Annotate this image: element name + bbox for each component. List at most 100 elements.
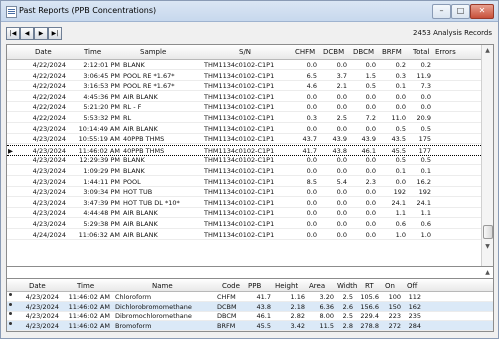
table-cell: 0.0 (365, 230, 376, 239)
table-cell: 0.0 (395, 103, 406, 112)
close-button[interactable]: ✕ (470, 4, 494, 19)
table-cell: BLANK (123, 167, 145, 175)
table-cell: 2.8 (342, 321, 353, 330)
table-cell: THM1134c0102-C1P1 (204, 103, 275, 112)
table-row[interactable]: 4/22/2024 5:21:20 PM RL - F THM1134c0102-C1… (7, 102, 493, 113)
table-cell: THM1134c0102-C1P1 (204, 198, 275, 207)
table-cell: 43.8 (256, 302, 271, 311)
reports-grid[interactable]: Date Time Sample S/N CHFM DCBM DBCM BRFM Total Er… (6, 44, 494, 267)
list-item[interactable]: 4/23/2024 11:46:02 AM Chloroform CHFM 41.7 1.… (7, 292, 493, 302)
reports-vertical-scrollbar[interactable]: ▲ ▼ (481, 45, 493, 266)
table-row[interactable]: 4/23/2024 1:09:29 PM BLANK THM1134c0102-C1P… (7, 166, 493, 176)
table-cell: 0.0 (395, 177, 406, 186)
record-count: 2453 Analysis Records (413, 29, 492, 37)
table-cell: 41.7 (302, 146, 317, 155)
prev-record-button[interactable]: ◀ (20, 27, 34, 40)
table-cell: 0.5 (420, 156, 431, 165)
table-cell: 0.0 (336, 220, 347, 228)
table-row[interactable]: 4/22/2024 3:16:53 PM POOL RE *1.67* THM1134… (7, 81, 493, 92)
table-cell: 0.0 (306, 124, 317, 133)
list-item[interactable]: 4/23/2024 11:46:02 AM Dichlorobromomethane… (7, 301, 493, 312)
table-cell: 11:46:02 AM (68, 302, 110, 311)
table-cell: 4/23/2024 (25, 312, 59, 320)
table-cell: 0.0 (365, 198, 376, 207)
column-header: DBCM (353, 48, 374, 56)
table-row[interactable]: 4/23/2024 1:44:11 PM POOL THM1134c0102-C1P1… (7, 177, 493, 187)
table-cell: 162 (408, 302, 421, 311)
table-row[interactable]: 4/23/2024 12:29:39 PM BLANK THM1134c0102-C1… (7, 155, 493, 166)
table-cell: 4/22/2024 (32, 114, 66, 122)
table-cell: 1.5 (365, 71, 376, 80)
table-cell: 0.0 (306, 92, 317, 101)
table-cell: 46.1 (361, 146, 376, 155)
table-row[interactable]: ▶ 4/23/2024 11:46:02 AM 40PPB THMS THM1134c0… (7, 144, 493, 156)
table-row[interactable]: 4/23/2024 3:47:39 PM HOT TUB DL *10* THM113… (7, 198, 493, 208)
table-cell: 11:46:02 AM (68, 321, 110, 330)
table-cell: 4/22/2024 (32, 71, 66, 80)
splitter-up-icon[interactable]: ▲ (482, 267, 493, 278)
table-row[interactable]: 4/23/2024 4:44:48 PM AIR BLANK THM1134c0102… (7, 208, 493, 219)
table-row[interactable]: 4/23/2024 5:29:38 PM AIR BLANK THM1134c0102… (7, 219, 493, 229)
table-cell: 0.0 (306, 61, 317, 69)
table-cell: 2.6 (342, 302, 353, 311)
last-record-button[interactable]: ▶| (48, 27, 62, 40)
list-item[interactable]: 4/23/2024 11:46:02 AM Dibromochloromethane… (7, 311, 493, 321)
table-cell: 1.16 (290, 293, 305, 301)
table-row[interactable]: 4/22/2024 5:53:32 PM RL THM1134c0102-C1P1 0.… (7, 113, 493, 123)
table-cell: AIR BLANK (123, 220, 158, 228)
scroll-down-icon[interactable]: ▼ (482, 241, 493, 252)
table-cell: HOT TUB DL *10* (123, 198, 180, 207)
table-cell: 43.8 (332, 146, 347, 155)
table-cell: THM1134c0102-C1P1 (204, 188, 275, 197)
column-header: DCBM (323, 48, 345, 56)
table-cell: 1.0 (420, 230, 431, 239)
table-cell: 3.42 (290, 321, 305, 330)
table-cell: 7.2 (365, 114, 376, 122)
table-cell: 0.0 (306, 156, 317, 165)
table-cell: 192 (418, 188, 431, 197)
table-cell: THM1134c0102-C1P1 (204, 71, 275, 80)
table-cell: 8.00 (319, 312, 334, 320)
column-header: BRFM (382, 48, 402, 56)
table-row[interactable]: 4/22/2024 4:45:36 PM AIR BLANK THM1134c0102… (7, 92, 493, 102)
minimize-button[interactable]: – (432, 4, 451, 19)
column-header: Name (152, 282, 173, 290)
next-record-button[interactable]: ▶ (34, 27, 48, 40)
column-header: Errors (435, 48, 456, 56)
table-cell: 1.0 (395, 230, 406, 239)
table-cell: 0.0 (365, 124, 376, 133)
table-cell: 4/23/2024 (32, 209, 66, 218)
table-cell: 0.0 (336, 103, 347, 112)
table-cell: 6.5 (306, 71, 317, 80)
table-row[interactable]: 4/22/2024 2:12:01 PM BLANK THM1134c0102-C1P… (7, 60, 493, 70)
table-row[interactable]: 4/22/2024 3:06:45 PM POOL RE *1.67* THM1134… (7, 71, 493, 81)
table-cell: 175 (418, 135, 431, 144)
maximize-button[interactable]: □ (451, 4, 470, 19)
table-cell: 43.9 (361, 135, 376, 144)
table-cell: THM1134c0102-C1P1 (204, 135, 275, 144)
scroll-up-icon[interactable]: ▲ (482, 45, 493, 56)
scroll-thumb[interactable] (483, 225, 493, 239)
table-cell: 272 (388, 321, 401, 330)
table-row[interactable]: 4/23/2024 10:55:19 AM 40PPB THMS THM1134c01… (7, 134, 493, 145)
table-cell: 235 (408, 312, 421, 320)
reports-header: Date Time Sample S/N CHFM DCBM DBCM BRFM Total Er… (7, 45, 493, 60)
details-grid[interactable]: Date Time Name Code PPB Height Area Width RT On Of… (6, 278, 494, 332)
table-cell: BRFM (217, 321, 236, 330)
table-cell: 2.5 (336, 114, 347, 122)
table-row[interactable]: 4/24/2024 11:06:32 AM AIR BLANK THM1134c010… (7, 230, 493, 240)
column-header: S/N (239, 48, 252, 56)
table-row[interactable]: 4/23/2024 10:14:49 AM AIR BLANK THM1134c010… (7, 124, 493, 134)
first-record-button[interactable]: |◀ (6, 27, 20, 40)
table-cell: 43.7 (302, 135, 317, 144)
table-cell: HOT TUB (123, 188, 153, 197)
table-cell: DCBM (217, 302, 237, 311)
table-cell: POOL RE *1.67* (123, 82, 175, 91)
table-cell: 112 (408, 293, 421, 301)
list-item[interactable]: 4/23/2024 11:46:02 AM Bromoform BRFM 45.5 3.4… (7, 320, 493, 331)
title-bar[interactable]: Past Reports (PPB Concentrations) – □ ✕ (1, 1, 498, 22)
table-row[interactable]: 4/23/2024 3:09:34 PM HOT TUB THM1134c0102-C… (7, 187, 493, 198)
table-cell: 43.9 (332, 135, 347, 144)
table-cell: Dibromochloromethane (115, 312, 192, 320)
table-cell: 0.5 (420, 124, 431, 133)
